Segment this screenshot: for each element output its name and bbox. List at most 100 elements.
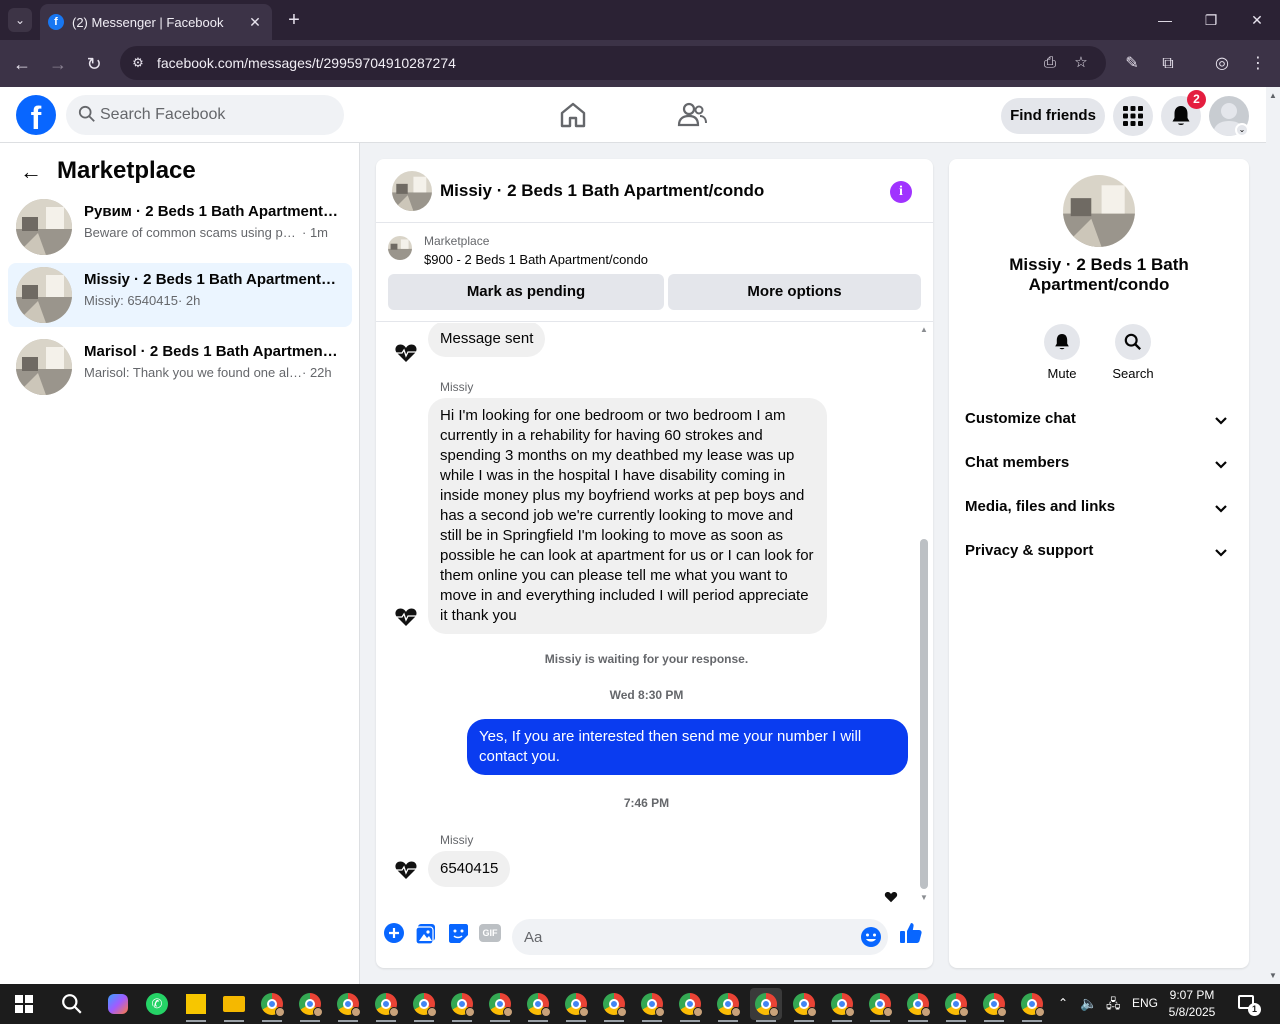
volume-icon[interactable]: 🔈 — [1080, 995, 1100, 1024]
find-friends-button[interactable]: Find friends — [1001, 98, 1105, 134]
info-icon[interactable]: i — [890, 181, 912, 203]
scroll-thumb[interactable] — [920, 539, 928, 889]
thumbs-up-icon[interactable] — [899, 921, 923, 945]
conversation-item-missiy[interactable]: Missiy · 2 Beds 1 Bath Apartment/condo M… — [8, 263, 352, 327]
media-files-links-section[interactable]: Media, files and links — [957, 486, 1241, 530]
address-bar[interactable]: ⚙ facebook.com/messages/t/29959704910287… — [120, 46, 1106, 80]
chrome-icon[interactable] — [788, 988, 820, 1022]
scroll-up-icon[interactable]: ▲ — [919, 325, 929, 335]
site-info-icon[interactable]: ⚙ — [128, 53, 148, 73]
tab-search-button[interactable]: ⌄ — [8, 8, 32, 32]
back-arrow-icon[interactable]: ← — [8, 50, 36, 78]
chrome-icon[interactable] — [826, 988, 858, 1022]
search-box[interactable] — [66, 95, 344, 135]
search-icon[interactable] — [56, 988, 88, 1020]
profile-icon[interactable]: ◎ — [1210, 52, 1234, 76]
listing-price-title[interactable]: $900 - 2 Beds 1 Bath Apartment/condo — [424, 252, 648, 267]
account-chevron-icon[interactable]: ⌄ — [1235, 123, 1249, 137]
chat-listing-thumbnail[interactable] — [392, 171, 432, 211]
more-options-button[interactable]: More options — [668, 274, 921, 310]
chrome-icon[interactable] — [446, 988, 478, 1022]
emoji-icon[interactable] — [860, 926, 882, 948]
back-arrow-icon[interactable]: ← — [20, 160, 44, 184]
chrome-icon[interactable] — [940, 988, 972, 1022]
chrome-icon[interactable] — [560, 988, 592, 1022]
message-scrollbar[interactable]: ▲ ▼ — [917, 323, 931, 905]
message-bubble-incoming[interactable]: 6540415 — [428, 851, 511, 887]
language-indicator[interactable]: ENG — [1132, 996, 1158, 1024]
friends-icon[interactable] — [676, 99, 708, 131]
sticker-icon[interactable] — [447, 922, 469, 944]
conversation-item-marisol[interactable]: Marisol · 2 Beds 1 Bath Apartment/condo … — [8, 335, 352, 399]
plus-circle-icon[interactable] — [383, 922, 405, 944]
heart-avatar-icon[interactable] — [394, 605, 418, 629]
chrome-icon[interactable] — [294, 988, 326, 1022]
chrome-icon[interactable] — [864, 988, 896, 1022]
forward-arrow-icon[interactable]: → — [44, 50, 72, 78]
minimize-window-button[interactable]: — — [1150, 8, 1180, 32]
menu-grid-button[interactable] — [1113, 96, 1153, 136]
bookmark-star-icon[interactable]: ☆ — [1071, 53, 1091, 73]
message-list[interactable]: Message sent Missiy Hi I'm looking for o… — [376, 323, 933, 905]
search-in-chat-button[interactable]: Search — [1103, 324, 1163, 381]
chrome-icon[interactable] — [598, 988, 630, 1022]
notification-center-icon[interactable]: 1 — [1238, 994, 1261, 1016]
url-text[interactable]: facebook.com/messages/t/2995970491028727… — [157, 55, 456, 71]
message-bubble-incoming[interactable]: Message sent — [428, 323, 546, 357]
chrome-icon[interactable] — [370, 988, 402, 1022]
chrome-icon[interactable] — [674, 988, 706, 1022]
heart-avatar-icon[interactable] — [394, 858, 418, 882]
chrome-icon[interactable] — [712, 988, 744, 1022]
copilot-icon[interactable] — [102, 988, 134, 1020]
home-icon[interactable] — [557, 99, 589, 131]
chrome-icon[interactable] — [1016, 988, 1048, 1022]
chrome-icon[interactable] — [256, 988, 288, 1022]
message-input-box[interactable] — [512, 919, 888, 955]
scroll-up-icon[interactable]: ▲ — [1269, 91, 1277, 100]
search-input[interactable] — [100, 95, 330, 135]
sticky-notes-icon[interactable] — [180, 988, 212, 1022]
scroll-down-icon[interactable]: ▼ — [1269, 971, 1277, 980]
message-input[interactable] — [524, 919, 844, 955]
install-app-icon[interactable]: ⎙ — [1040, 53, 1060, 73]
mark-as-pending-button[interactable]: Mark as pending — [388, 274, 664, 310]
chrome-icon[interactable] — [978, 988, 1010, 1022]
privacy-support-section[interactable]: Privacy & support — [957, 530, 1241, 574]
network-icon[interactable]: 🖧 — [1106, 995, 1126, 1024]
browser-tab[interactable]: f (2) Messenger | Facebook ✕ — [40, 4, 272, 40]
heart-avatar-icon[interactable] — [394, 341, 418, 365]
facebook-logo-icon[interactable]: f — [16, 95, 56, 135]
new-tab-button[interactable]: + — [282, 8, 306, 32]
conversation-item-ruvim[interactable]: Рувим · 2 Beds 1 Bath Apartment/condo Be… — [8, 195, 352, 259]
page-scrollbar[interactable]: ▲ ▼ — [1266, 87, 1280, 984]
chrome-icon-active[interactable] — [750, 988, 782, 1022]
chrome-icon[interactable] — [636, 988, 668, 1022]
browser-menu-icon[interactable]: ⋮ — [1246, 52, 1270, 76]
chrome-icon[interactable] — [902, 988, 934, 1022]
mute-button[interactable]: Mute — [1032, 324, 1092, 381]
chat-members-section[interactable]: Chat members — [957, 442, 1241, 486]
customize-chat-section[interactable]: Customize chat — [957, 398, 1241, 442]
windows-start-icon[interactable] — [8, 988, 40, 1020]
chrome-icon[interactable] — [332, 988, 364, 1022]
file-explorer-icon[interactable] — [218, 988, 250, 1022]
chrome-icon[interactable] — [484, 988, 516, 1022]
whatsapp-icon[interactable]: ✆ — [141, 988, 173, 1020]
reload-icon[interactable]: ↻ — [80, 50, 108, 78]
system-clock[interactable]: 9:07 PM 5/8/2025 — [1160, 987, 1224, 1021]
tray-overflow-icon[interactable]: ⌃ — [1058, 996, 1074, 1024]
photo-icon[interactable] — [415, 922, 437, 944]
restore-window-button[interactable]: ❐ — [1196, 8, 1226, 32]
chrome-icon[interactable] — [522, 988, 554, 1022]
chat-title[interactable]: Missiy · 2 Beds 1 Bath Apartment/condo — [440, 181, 764, 201]
gif-icon[interactable]: GIF — [479, 924, 501, 942]
scroll-down-icon[interactable]: ▼ — [919, 893, 929, 903]
message-bubble-incoming[interactable]: Hi I'm looking for one bedroom or two be… — [428, 398, 827, 634]
listing-large-thumbnail[interactable] — [1063, 175, 1135, 247]
pen-icon[interactable]: ✎ — [1120, 52, 1144, 76]
close-window-button[interactable]: ✕ — [1242, 8, 1272, 32]
close-tab-icon[interactable]: ✕ — [246, 14, 264, 31]
chrome-icon[interactable] — [408, 988, 440, 1022]
extensions-icon[interactable]: ⧉ — [1156, 52, 1180, 76]
message-bubble-outgoing[interactable]: Yes, If you are interested then send me … — [467, 719, 908, 775]
